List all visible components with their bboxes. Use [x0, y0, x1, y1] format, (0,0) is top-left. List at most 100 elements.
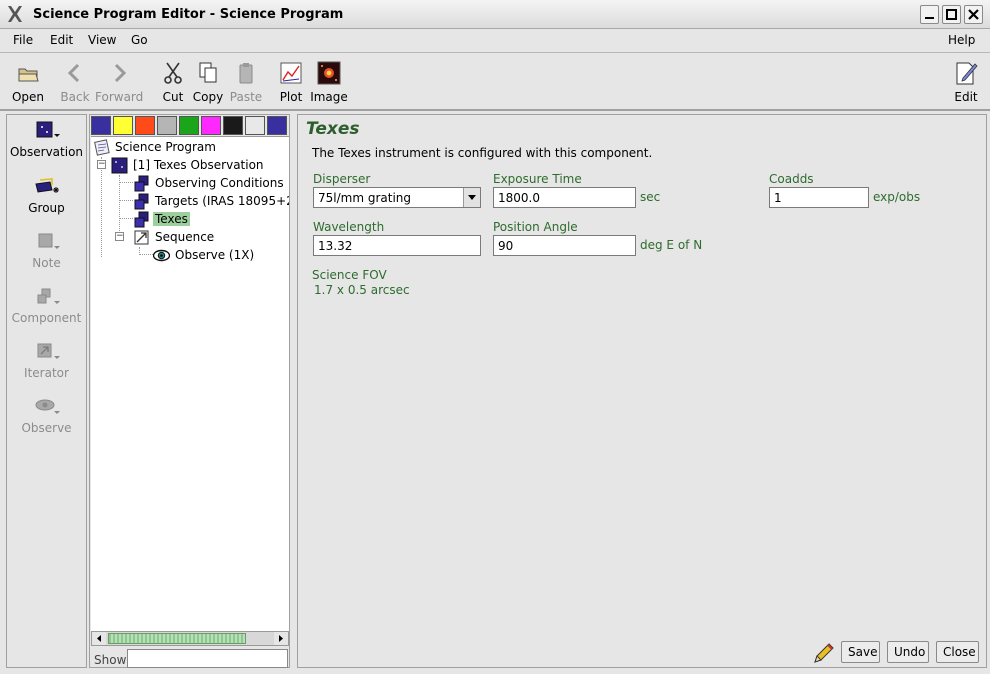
maximize-icon [946, 9, 957, 20]
component-icon [37, 288, 60, 304]
palette-observe[interactable]: Observe [7, 397, 86, 435]
disperser-value: 75l/mm grating [318, 191, 412, 205]
toolbar: Open Back Forward Cut Copy Paste Plot Im… [0, 54, 990, 111]
science-fov-value: 1.7 x 0.5 arcsec [314, 283, 410, 297]
back-button[interactable]: Back [58, 60, 92, 104]
menu-go[interactable]: Go [131, 33, 148, 47]
palette-observation[interactable]: Observation [7, 121, 86, 159]
tree-node-label: Observe (1X) [175, 248, 255, 262]
exposure-time-label: Exposure Time [493, 172, 582, 186]
iterator-icon [37, 343, 60, 359]
color-filter-swatch[interactable] [113, 116, 133, 135]
tree-node-label: Targets (IRAS 18095+2704) [155, 194, 289, 208]
color-filter-swatch[interactable] [245, 116, 265, 135]
minimize-icon [925, 17, 934, 19]
color-filter-swatch[interactable] [179, 116, 199, 135]
open-button[interactable]: Open [10, 60, 46, 104]
palette-note[interactable]: Note [7, 232, 86, 270]
open-label: Open [11, 90, 45, 104]
editor-title: Texes [306, 119, 360, 139]
palette-iterator[interactable]: Iterator [7, 342, 86, 380]
close-button[interactable]: Close [936, 641, 979, 663]
menu-bar: File Edit View Go Help [0, 29, 990, 53]
collapse-observation-toggle[interactable]: − [97, 160, 106, 169]
menu-file[interactable]: File [13, 33, 33, 47]
tree-node-label: Sequence [155, 230, 215, 244]
scroll-right-button[interactable] [274, 632, 288, 645]
back-label: Back [60, 90, 90, 104]
wavelength-label: Wavelength [313, 220, 385, 234]
copy-icon [199, 62, 217, 83]
palette-component[interactable]: Component [7, 287, 86, 325]
forward-label: Forward [95, 90, 144, 104]
menu-help[interactable]: Help [948, 33, 975, 47]
collapse-sequence-toggle[interactable]: − [115, 232, 124, 241]
minimize-button[interactable] [920, 5, 939, 24]
scroll-left-icon [97, 635, 101, 642]
color-filter-swatch[interactable] [267, 116, 287, 135]
position-angle-unit: deg E of N [640, 238, 703, 252]
undo-button[interactable]: Undo [887, 641, 929, 663]
wavelength-input[interactable] [313, 235, 481, 256]
edit-button[interactable]: Edit [952, 60, 980, 104]
color-filter-swatch[interactable] [157, 116, 177, 135]
color-filter-swatch[interactable] [135, 116, 155, 135]
back-arrow-icon [67, 63, 80, 83]
observation-icon [111, 157, 128, 174]
edit-label: Edit [954, 90, 978, 104]
menu-view[interactable]: View [88, 33, 116, 47]
open-folder-icon [18, 68, 39, 82]
menu-edit[interactable]: Edit [50, 33, 73, 47]
color-filter-swatch[interactable] [201, 116, 221, 135]
exposure-time-unit: sec [640, 190, 661, 204]
color-filter-swatch[interactable] [223, 116, 243, 135]
pencil-icon [814, 643, 834, 663]
save-button[interactable]: Save [841, 641, 880, 663]
group-icon [34, 178, 59, 193]
program-tree-panel: − − Science Program [1] Texes Observatio… [89, 114, 290, 668]
palette-iterator-label: Iterator [24, 366, 69, 380]
observation-icon [36, 121, 60, 138]
tree-node-label: Science Program [115, 140, 216, 154]
exposure-time-input[interactable] [493, 187, 636, 208]
tree-node-label: Texes [153, 212, 190, 226]
scroll-thumb[interactable] [108, 633, 246, 644]
eye-icon [153, 249, 170, 262]
forward-arrow-icon [114, 63, 127, 83]
plot-icon [280, 62, 302, 84]
image-button[interactable]: Image [310, 60, 348, 104]
show-filter-label: Show [94, 653, 127, 667]
copy-label: Copy [192, 90, 224, 104]
position-angle-label: Position Angle [493, 220, 578, 234]
edit-document-icon [956, 62, 978, 85]
maximize-button[interactable] [942, 5, 961, 24]
component-palette: Observation Group Note Component Iterato… [6, 114, 87, 668]
tree-horizontal-scrollbar[interactable] [91, 631, 289, 646]
paste-button[interactable]: Paste [229, 60, 263, 104]
close-window-button[interactable] [964, 5, 983, 24]
cut-button[interactable]: Cut [160, 60, 186, 104]
palette-group-label: Group [28, 201, 65, 215]
component-icon [134, 193, 149, 210]
scroll-left-button[interactable] [92, 632, 106, 645]
cut-label: Cut [162, 90, 184, 104]
color-filter-swatch[interactable] [91, 116, 111, 135]
dropdown-button[interactable] [463, 188, 480, 207]
coadds-input[interactable] [769, 187, 869, 208]
sequence-icon [134, 230, 149, 245]
disperser-select[interactable]: 75l/mm grating [313, 187, 481, 208]
palette-group[interactable]: Group [7, 177, 86, 215]
eye-icon [35, 399, 60, 414]
plot-button[interactable]: Plot [278, 60, 304, 104]
program-tree: − − Science Program [1] Texes Observatio… [91, 136, 289, 638]
disperser-label: Disperser [313, 172, 371, 186]
paste-label: Paste [229, 90, 263, 104]
palette-component-label: Component [11, 311, 82, 325]
copy-button[interactable]: Copy [192, 60, 224, 104]
coadds-unit: exp/obs [873, 190, 921, 204]
sky-image-icon [317, 61, 341, 85]
x-logo-icon [8, 6, 22, 22]
forward-button[interactable]: Forward [95, 60, 143, 104]
show-filter-input[interactable] [127, 649, 288, 668]
position-angle-input[interactable] [493, 235, 636, 256]
